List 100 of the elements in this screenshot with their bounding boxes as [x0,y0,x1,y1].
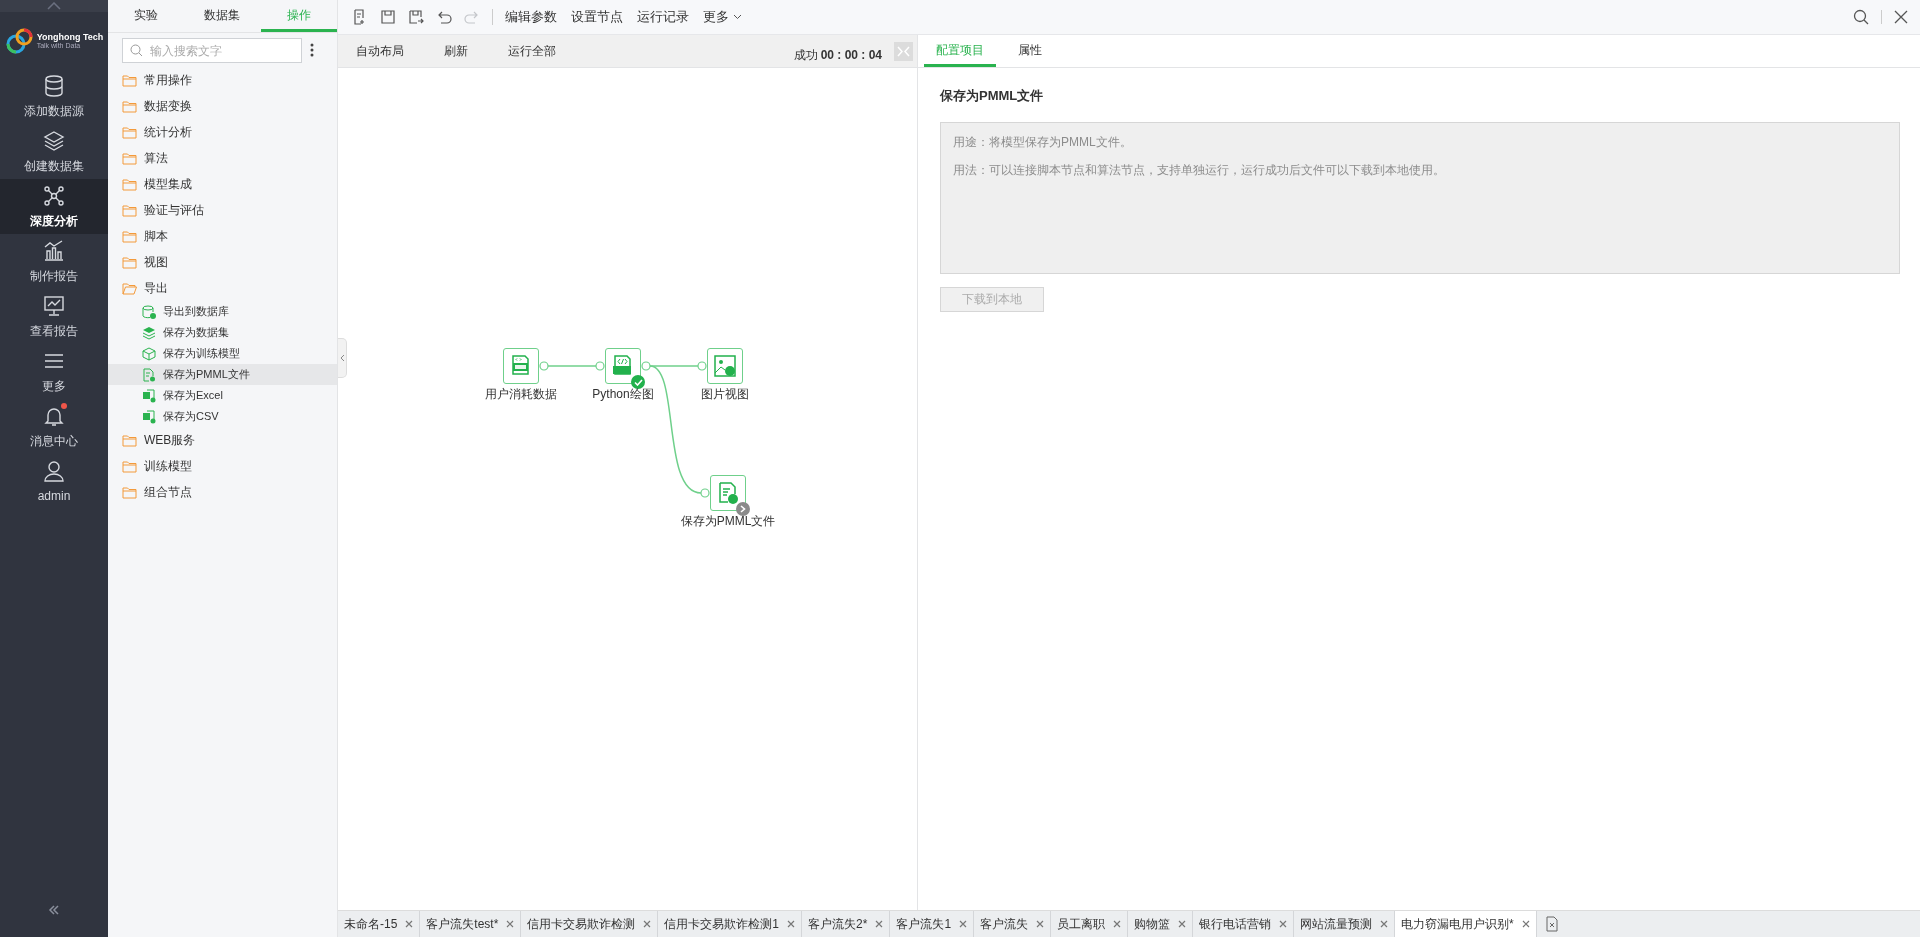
save-icon[interactable] [380,9,396,25]
search-icon [130,43,143,57]
flow-node[interactable] [605,348,641,384]
flow-node[interactable] [503,348,539,384]
document-tab[interactable]: 银行电话营销 [1193,911,1295,937]
folder-icon [122,459,137,473]
document-tab[interactable]: 员工离职 [1051,911,1129,937]
document-tab[interactable]: 客户流失2* [802,911,891,937]
node-label: 用户消耗数据 [484,386,558,403]
document-tab[interactable]: 信用卡交易欺诈检测 [521,911,659,937]
folder-icon [122,177,137,191]
node-label: 保存为PMML文件 [679,513,777,530]
tree-item[interactable]: 导出到数据库 [108,301,337,322]
operation-icon [142,388,156,403]
document-tab[interactable]: 未命名-15 [338,911,421,937]
panel-tab[interactable]: 实验 [108,0,185,32]
nav-icon [42,458,66,483]
close-icon[interactable] [787,920,796,928]
close-icon[interactable] [959,920,968,928]
panel-tab[interactable]: 数据集 [184,0,261,32]
close-icon[interactable] [405,920,414,928]
collapse-icon[interactable] [48,905,60,915]
folder-icon [122,255,137,269]
new-tab-icon[interactable] [1544,916,1559,932]
toolbar-menu[interactable]: 更多 [703,7,742,27]
tree-item[interactable]: 保存为PMML文件 [108,364,337,385]
tree-folder[interactable]: WEB服务 [108,427,337,453]
nav-item[interactable]: 更多 [0,344,108,399]
collapse-handle[interactable] [0,0,108,12]
close-icon[interactable] [1894,10,1908,24]
operation-icon [142,346,156,361]
tree-folder[interactable]: 导出 [108,275,337,301]
document-tab[interactable]: 购物篮 [1128,911,1194,937]
tree-item[interactable]: 保存为Excel [108,385,337,406]
expand-handle[interactable] [338,338,347,378]
tree-item[interactable]: 保存为数据集 [108,322,337,343]
close-icon[interactable] [506,920,515,928]
tree-folder[interactable]: 脚本 [108,223,337,249]
folder-icon [122,151,137,165]
tree-folder[interactable]: 模型集成 [108,171,337,197]
flow-node[interactable] [707,348,743,384]
tree-folder[interactable]: 验证与评估 [108,197,337,223]
folder-icon [122,73,137,87]
description-text: 用途：将模型保存为PMML文件。 [953,133,1133,151]
nav-item[interactable]: 查看报告 [0,289,108,344]
nav-item[interactable]: 添加数据源 [0,69,108,124]
tree-folder[interactable]: 视图 [108,249,337,275]
tree-folder[interactable]: 常用操作 [108,67,337,93]
search-field[interactable]: 输入搜索文字 [122,38,302,63]
tree-folder[interactable]: 数据变换 [108,93,337,119]
document-tab[interactable]: 信用卡交易欺诈检测1 [658,911,803,937]
tree-folder[interactable]: 算法 [108,145,337,171]
document-tab[interactable]: 客户流失test* [420,911,522,937]
nav-item[interactable]: 深度分析 [0,179,108,234]
tree-folder[interactable]: 统计分析 [108,119,337,145]
tree-folder[interactable]: 组合节点 [108,479,337,505]
nav-icon [42,73,66,98]
node-label: 图片视图 [700,386,750,403]
folder-icon [122,229,137,243]
panel-tab[interactable]: 属性 [1006,36,1054,67]
save-as-icon[interactable] [408,9,424,25]
description-text: 用法：可以连接脚本节点和算法节点，支持单独运行，运行成功后文件可以下载到本地使用。 [953,161,1446,179]
nav-item[interactable]: admin [0,454,108,509]
close-icon[interactable] [1279,920,1288,928]
node-icon [713,354,737,378]
flow-node[interactable] [710,475,746,511]
tree-item[interactable]: 保存为CSV [108,406,337,427]
undo-icon[interactable] [436,9,452,25]
toolbar-menu[interactable]: 运行记录 [637,7,689,27]
tree-item[interactable]: 保存为训练模型 [108,343,337,364]
nav-icon [42,128,66,153]
nav-item[interactable]: 制作报告 [0,234,108,289]
nav-item[interactable]: 消息中心 [0,399,108,454]
document-tab[interactable]: 电力窃漏电用户识别* [1395,911,1537,937]
brand-name: Yonghong Tech [36,32,104,42]
document-tab[interactable]: 客户流失1 [890,911,975,937]
canvas-action[interactable]: 运行全部 [506,42,558,60]
close-icon[interactable] [1113,920,1122,928]
toolbar-menu[interactable]: 编辑参数 [505,7,557,27]
tree-folder[interactable]: 训练模型 [108,453,337,479]
more-icon[interactable] [310,43,314,57]
close-icon[interactable] [1521,920,1530,928]
close-icon[interactable] [1178,920,1187,928]
nav-icon [42,183,66,208]
close-icon[interactable] [1036,920,1045,928]
nav-icon [42,238,66,263]
run-status: 成功 [793,47,818,64]
canvas-action[interactable]: 刷新 [442,42,470,60]
close-icon[interactable] [643,920,652,928]
operation-icon [142,409,156,424]
canvas-action[interactable]: 自动布局 [354,42,406,60]
nav-item[interactable]: 创建数据集 [0,124,108,179]
close-icon[interactable] [1380,920,1389,928]
document-tab[interactable]: 客户流失 [974,911,1052,937]
toolbar-menu[interactable]: 设置节点 [571,7,623,27]
nav-icon [42,293,66,318]
operation-icon [142,325,156,340]
folder-icon [122,281,137,295]
close-icon[interactable] [875,920,884,928]
search-icon[interactable] [1853,9,1869,25]
